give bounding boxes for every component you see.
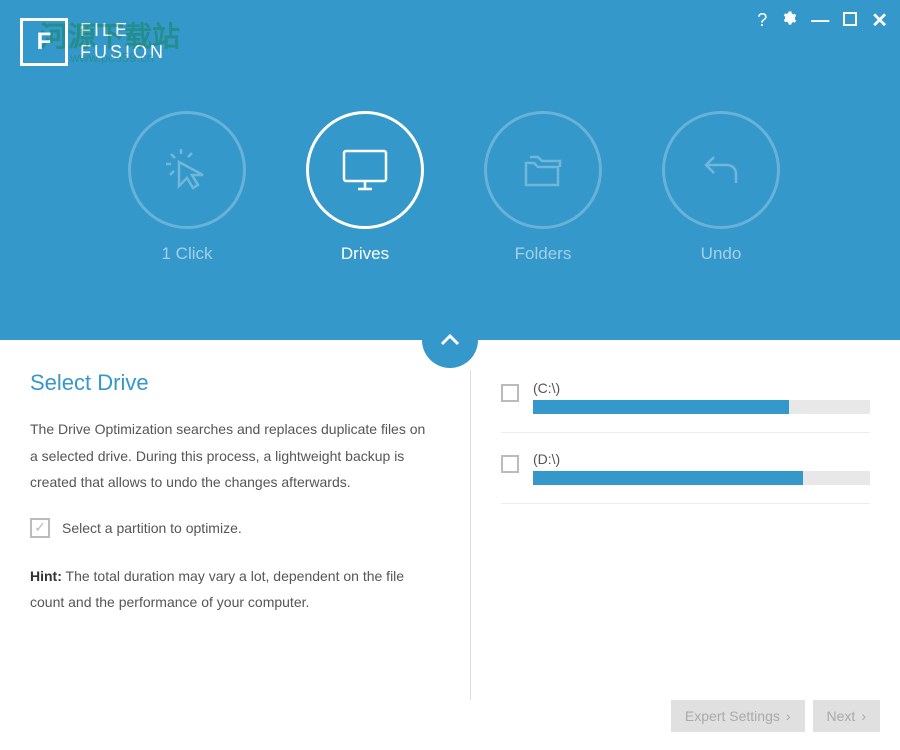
close-icon[interactable]: ✕ bbox=[871, 8, 888, 33]
chevron-right-icon: › bbox=[861, 708, 866, 724]
next-button[interactable]: Next › bbox=[813, 700, 880, 732]
maximize-icon[interactable] bbox=[843, 10, 857, 31]
chevron-right-icon: › bbox=[786, 708, 791, 724]
logo-text: FILE FUSION bbox=[80, 20, 166, 63]
drive-c-name: (C:\) bbox=[533, 380, 870, 396]
header: 河源下载站 www.pc559.cn ? — ✕ FILE FUSION 1 C… bbox=[0, 0, 900, 340]
panel-description: The Drive Optimization searches and repl… bbox=[30, 416, 430, 496]
folders-icon bbox=[516, 143, 570, 197]
tab-label: Drives bbox=[341, 244, 389, 264]
drive-c-usage-fill bbox=[533, 400, 789, 414]
select-partition-label: Select a partition to optimize. bbox=[62, 520, 242, 536]
footer-buttons: Expert Settings › Next › bbox=[671, 700, 880, 732]
minimize-icon[interactable]: — bbox=[811, 10, 829, 31]
logo-mark-icon bbox=[20, 18, 68, 66]
tab-label: 1 Click bbox=[161, 244, 212, 264]
left-panel: Select Drive The Drive Optimization sear… bbox=[30, 370, 450, 700]
tab-label: Undo bbox=[701, 244, 742, 264]
tab-undo[interactable]: Undo bbox=[662, 111, 780, 264]
drive-d-name: (D:\) bbox=[533, 451, 870, 467]
tab-1click[interactable]: 1 Click bbox=[128, 111, 246, 264]
monitor-icon bbox=[336, 141, 394, 199]
drive-c-checkbox[interactable] bbox=[501, 384, 519, 402]
tab-folders[interactable]: Folders bbox=[484, 111, 602, 264]
undo-icon bbox=[696, 145, 746, 195]
select-partition-checkbox[interactable]: ✓ bbox=[30, 518, 50, 538]
drive-d-checkbox[interactable] bbox=[501, 455, 519, 473]
drive-d-usage-bar bbox=[533, 471, 870, 485]
panel-title: Select Drive bbox=[30, 370, 430, 396]
drive-c-usage-bar bbox=[533, 400, 870, 414]
help-icon[interactable]: ? bbox=[757, 10, 767, 31]
drive-row-d[interactable]: (D:\) bbox=[501, 441, 870, 504]
tab-label: Folders bbox=[515, 244, 572, 264]
drives-list: (C:\) (D:\) bbox=[491, 370, 870, 700]
tab-bar: 1 Click Drives Folders Undo bbox=[20, 111, 888, 264]
window-controls: ? — ✕ bbox=[757, 8, 888, 33]
settings-icon[interactable] bbox=[781, 10, 797, 31]
drive-row-c[interactable]: (C:\) bbox=[501, 370, 870, 433]
tab-drives[interactable]: Drives bbox=[306, 111, 424, 264]
content-area: Select Drive The Drive Optimization sear… bbox=[0, 340, 900, 700]
expert-settings-button[interactable]: Expert Settings › bbox=[671, 700, 805, 732]
drive-d-usage-fill bbox=[533, 471, 803, 485]
vertical-divider bbox=[470, 370, 471, 700]
hint-text: Hint: The total duration may vary a lot,… bbox=[30, 563, 430, 616]
chevron-up-icon[interactable] bbox=[422, 312, 478, 368]
cursor-click-icon bbox=[161, 144, 213, 196]
select-partition-checkbox-row: ✓ Select a partition to optimize. bbox=[30, 518, 430, 538]
